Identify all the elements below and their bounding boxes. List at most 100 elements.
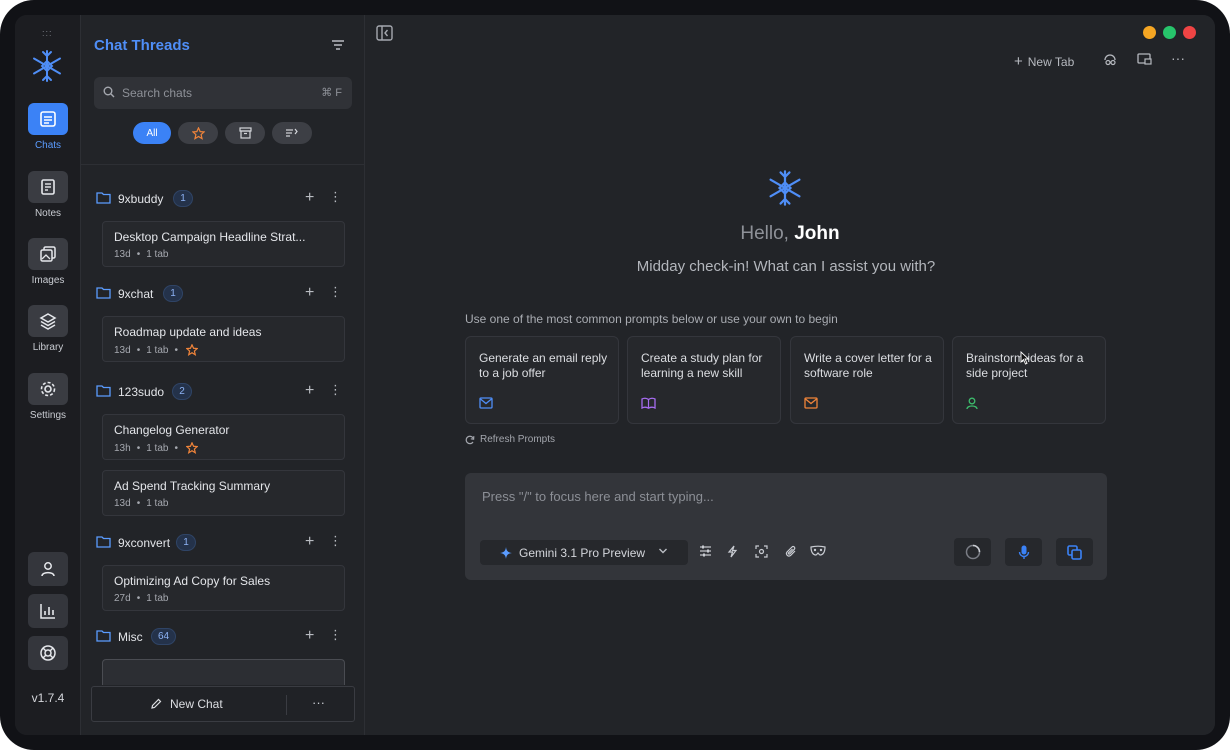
- chip-starred[interactable]: [178, 122, 218, 144]
- nav-settings[interactable]: Settings: [15, 373, 81, 421]
- folder-count: 64: [151, 628, 177, 645]
- chat-age: 13d: [114, 249, 131, 260]
- profile-button[interactable]: [28, 552, 68, 586]
- chat-tabs: 1 tab: [146, 498, 169, 509]
- analytics-button[interactable]: [28, 594, 68, 628]
- voice-input-button[interactable]: [1005, 538, 1042, 566]
- screen-share-icon[interactable]: [1137, 53, 1152, 66]
- sliders-icon[interactable]: [699, 545, 712, 557]
- layers-icon: [28, 305, 68, 337]
- search-input[interactable]: Search chats ⌘ F: [94, 77, 352, 109]
- model-name: Gemini 3.1 Pro Preview: [519, 545, 646, 560]
- spinner-icon: [965, 544, 980, 560]
- notes-icon: [28, 171, 68, 203]
- nav-library[interactable]: Library: [15, 305, 81, 353]
- prompt-card[interactable]: Create a study plan for learning a new s…: [627, 336, 781, 424]
- nav-notes[interactable]: Notes: [15, 171, 81, 219]
- incognito-icon[interactable]: [1103, 53, 1117, 67]
- more-menu-icon[interactable]: ···: [1171, 50, 1185, 66]
- microphone-icon: [1018, 545, 1029, 559]
- nav-images-label: Images: [31, 275, 65, 286]
- maximize-button[interactable]: [1163, 26, 1176, 39]
- help-button[interactable]: [28, 636, 68, 670]
- chip-all[interactable]: All: [133, 122, 171, 144]
- prompt-card[interactable]: Brainstorm ideas for a side project: [952, 336, 1106, 424]
- folder-9xconvert[interactable]: 9xconvert 1 + ⋮: [96, 533, 356, 553]
- add-chat-button[interactable]: +: [305, 189, 314, 207]
- folder-icon: [96, 630, 111, 642]
- chat-item[interactable]: Changelog Generator 13h • 1 tab •: [102, 414, 345, 460]
- add-chat-button[interactable]: +: [305, 627, 314, 645]
- star-icon: [191, 126, 205, 140]
- folder-icon: [96, 287, 111, 299]
- folder-123sudo[interactable]: 123sudo 2 + ⋮: [96, 382, 356, 402]
- paperclip-icon[interactable]: [785, 545, 797, 558]
- drag-grip-icon[interactable]: :::: [42, 28, 53, 38]
- chat-item[interactable]: Roadmap update and ideas 13d • 1 tab •: [102, 316, 345, 362]
- model-selector[interactable]: Gemini 3.1 Pro Preview: [480, 540, 688, 565]
- sidebar-collapse-icon[interactable]: [376, 25, 393, 41]
- archive-icon: [238, 127, 252, 139]
- close-button[interactable]: [1183, 26, 1196, 39]
- prompt-text: Write a cover letter for a software role: [804, 351, 932, 380]
- sparkle-icon: [500, 546, 512, 559]
- mail-icon: [804, 397, 818, 409]
- nav-settings-label: Settings: [29, 410, 67, 421]
- star-icon: [185, 344, 198, 356]
- more-options-icon[interactable]: ⋮: [329, 189, 342, 205]
- person-icon: [966, 397, 978, 410]
- chip-archived[interactable]: [225, 122, 265, 144]
- more-options-icon[interactable]: ⋮: [329, 382, 342, 398]
- chip-sort[interactable]: [272, 122, 312, 144]
- lifebuoy-icon: [40, 645, 56, 661]
- chat-tabs: 1 tab: [146, 442, 169, 454]
- more-options-icon[interactable]: ⋮: [329, 533, 342, 549]
- new-chat-bar: New Chat ···: [91, 686, 355, 722]
- folder-9xbuddy[interactable]: 9xbuddy 1 + ⋮: [96, 189, 356, 209]
- chat-item-partial[interactable]: [102, 659, 345, 685]
- lightning-icon[interactable]: [727, 545, 738, 558]
- nav-images[interactable]: Images: [15, 238, 81, 286]
- prompt-card[interactable]: Generate an email reply to a job offer: [465, 336, 619, 424]
- more-options-icon[interactable]: ⋮: [329, 627, 342, 643]
- new-tab-button[interactable]: + New Tab: [1014, 53, 1074, 70]
- mask-icon[interactable]: [810, 545, 826, 557]
- filter-icon[interactable]: [331, 39, 345, 51]
- folder-name: 9xchat: [118, 287, 154, 301]
- folder-9xchat[interactable]: 9xchat 1 + ⋮: [96, 284, 356, 304]
- add-chat-button[interactable]: +: [305, 533, 314, 551]
- send-button[interactable]: [1056, 538, 1093, 566]
- minimize-button[interactable]: [1143, 26, 1156, 39]
- chat-meta: 13d • 1 tab: [114, 249, 169, 260]
- search-placeholder: Search chats: [122, 86, 193, 100]
- chat-meta: 13h • 1 tab •: [114, 442, 198, 454]
- filter-chips: All: [133, 122, 312, 144]
- chat-age: 13d: [114, 344, 131, 356]
- chats-icon: [28, 103, 68, 135]
- chat-tabs: 1 tab: [146, 344, 169, 356]
- chat-title: Changelog Generator: [114, 423, 230, 437]
- add-chat-button[interactable]: +: [305, 382, 314, 400]
- more-options-button[interactable]: ···: [312, 695, 325, 710]
- chat-item[interactable]: Desktop Campaign Headline Strat... 13d • 1…: [102, 221, 345, 267]
- chat-item[interactable]: Optimizing Ad Copy for Sales 27d • 1 tab: [102, 565, 345, 611]
- refresh-prompts-button[interactable]: Refresh Prompts: [465, 434, 555, 445]
- nav-chats-label: Chats: [34, 140, 62, 151]
- add-chat-button[interactable]: +: [305, 284, 314, 302]
- nav-chats[interactable]: Chats: [15, 103, 81, 151]
- mouse-cursor-icon: [1020, 351, 1030, 365]
- chat-age: 13h: [114, 442, 131, 454]
- composer[interactable]: Press "/" to focus here and start typing…: [465, 473, 1107, 580]
- prompts-hint: Use one of the most common prompts below…: [465, 312, 838, 326]
- folder-misc[interactable]: Misc 64 + ⋮: [96, 627, 356, 647]
- chat-age: 27d: [114, 593, 131, 604]
- user-icon: [41, 562, 55, 577]
- screen-capture-icon[interactable]: [755, 545, 768, 558]
- new-chat-button[interactable]: New Chat: [150, 697, 223, 711]
- folder-icon: [96, 536, 111, 548]
- chat-item[interactable]: Ad Spend Tracking Summary 13d • 1 tab: [102, 470, 345, 516]
- loading-button[interactable]: [954, 538, 991, 566]
- composer-input[interactable]: Press "/" to focus here and start typing…: [482, 489, 714, 504]
- more-options-icon[interactable]: ⋮: [329, 284, 342, 300]
- prompt-card[interactable]: Write a cover letter for a software role: [790, 336, 944, 424]
